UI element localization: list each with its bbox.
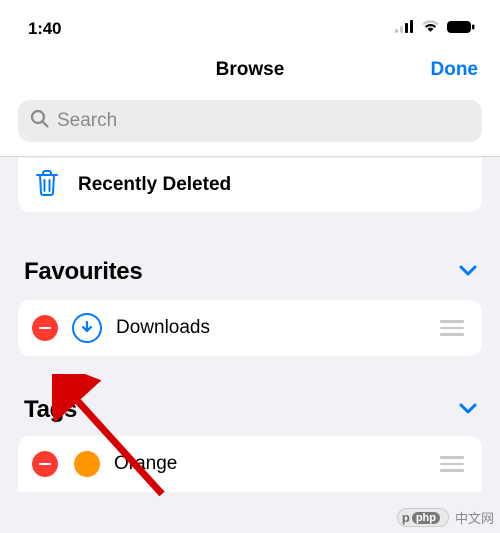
search-placeholder: Search bbox=[57, 110, 117, 132]
nav-bar: Browse Done bbox=[0, 44, 500, 96]
search-icon bbox=[30, 109, 49, 133]
remove-button[interactable] bbox=[32, 451, 58, 477]
tag-color-dot bbox=[74, 451, 100, 477]
status-bar: 1:40 bbox=[0, 0, 500, 44]
watermark: p php 中文网 bbox=[397, 508, 494, 527]
cellular-icon bbox=[395, 20, 415, 38]
download-icon bbox=[72, 313, 102, 343]
section-title: Favourites bbox=[24, 258, 142, 286]
status-time: 1:40 bbox=[28, 19, 61, 39]
location-label: Recently Deleted bbox=[78, 174, 231, 196]
chevron-down-icon bbox=[458, 263, 478, 282]
tag-item-orange[interactable]: Orange bbox=[18, 436, 482, 492]
tag-item-label: Orange bbox=[114, 453, 177, 475]
location-recently-deleted[interactable]: Recently Deleted bbox=[18, 158, 482, 212]
section-header-tags[interactable]: Tags bbox=[18, 396, 482, 424]
favourite-item-downloads[interactable]: Downloads bbox=[18, 300, 482, 356]
wifi-icon bbox=[421, 20, 440, 39]
favourite-item-label: Downloads bbox=[116, 317, 210, 339]
battery-icon bbox=[446, 20, 476, 39]
watermark-text: 中文网 bbox=[455, 508, 494, 527]
divider bbox=[0, 156, 500, 157]
remove-button[interactable] bbox=[32, 315, 58, 341]
drag-handle[interactable] bbox=[440, 456, 464, 472]
page-title: Browse bbox=[216, 59, 285, 81]
watermark-p: p bbox=[402, 510, 410, 525]
watermark-hp: php bbox=[412, 512, 440, 524]
done-button[interactable]: Done bbox=[431, 59, 479, 81]
trash-icon bbox=[34, 169, 60, 202]
section-header-favourites[interactable]: Favourites bbox=[18, 258, 482, 286]
search-wrapper: Search bbox=[0, 96, 500, 156]
drag-handle[interactable] bbox=[440, 320, 464, 336]
chevron-down-icon bbox=[458, 401, 478, 420]
search-input[interactable]: Search bbox=[18, 100, 482, 142]
section-title: Tags bbox=[24, 396, 77, 424]
status-indicators bbox=[395, 20, 476, 39]
